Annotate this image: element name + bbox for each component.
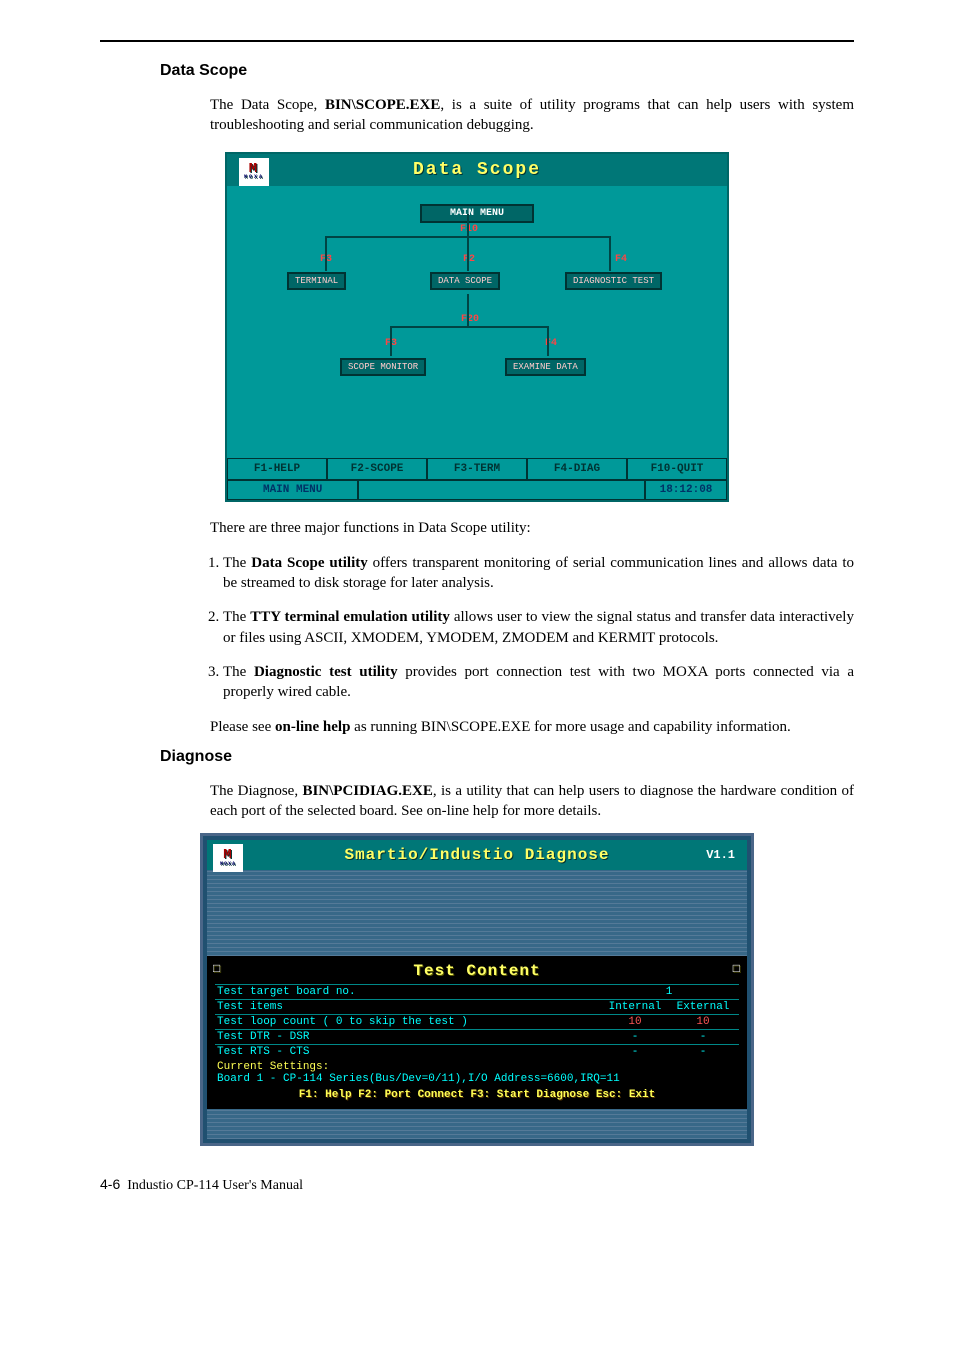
bold-term: on-line help <box>275 719 350 735</box>
ds-connector <box>467 294 469 326</box>
data-scope-screenshot: M MOXA Data Scope MAIN MENU F10 F3 F2 F4… <box>225 152 729 502</box>
diag-bg-pattern-bottom <box>207 1109 747 1139</box>
diag-value: 1 <box>601 986 737 998</box>
ds-label-f10: F10 <box>460 224 478 235</box>
text: The <box>223 609 250 625</box>
after-shot-text: There are three major functions in Data … <box>210 518 854 538</box>
data-scope-intro: The Data Scope, BIN\SCOPE.EXE, is a suit… <box>210 95 854 136</box>
ds-node-examine-data: EXAMINE DATA <box>505 358 586 376</box>
manual-title: Industio CP-114 User's Manual <box>127 1178 303 1193</box>
ds-connector <box>390 326 392 356</box>
diag-row-loop-count: Test loop count ( 0 to skip the test ) 1… <box>215 1014 739 1029</box>
diag-test-content-panel: Test Content Test target board no. 1 Tes… <box>207 956 747 1109</box>
text: The Data Scope, <box>210 97 325 113</box>
ds-connector <box>609 236 611 271</box>
logo-moxa-text: MOXA <box>244 175 264 179</box>
ds-connector <box>467 236 469 271</box>
ds-status-mainmenu: MAIN MENU <box>227 480 358 500</box>
heading-data-scope: Data Scope <box>160 62 854 80</box>
filename-scope-exe: BIN\SCOPE.EXE <box>325 97 440 113</box>
text: The <box>223 555 251 571</box>
ds-button-help[interactable]: F1-HELP <box>227 458 327 480</box>
diag-col-header: External <box>669 1001 737 1013</box>
diag-value: - <box>669 1031 737 1043</box>
diag-board-line: Board 1 - CP-114 Series(Bus/Dev=0/11),I/… <box>217 1073 620 1085</box>
top-rule <box>100 40 854 42</box>
ds-title: Data Scope <box>413 160 541 180</box>
ds-label-f20: F20 <box>461 314 479 325</box>
page-number: 4-6 <box>100 1176 120 1192</box>
ds-connector <box>547 326 549 356</box>
text: The Diagnose, <box>210 783 302 799</box>
page-footer: 4-6 Industio CP-114 User's Manual <box>100 1176 854 1194</box>
ds-button-term[interactable]: F3-TERM <box>427 458 527 480</box>
text: The <box>223 664 254 680</box>
ds-connector <box>390 326 548 328</box>
ds-button-scope[interactable]: F2-SCOPE <box>327 458 427 480</box>
bold-term: TTY terminal emulation utility <box>250 609 450 625</box>
diag-label: Test loop count ( 0 to skip the test ) <box>217 1016 601 1028</box>
ds-button-diag[interactable]: F4-DIAG <box>527 458 627 480</box>
diag-label: Test RTS - CTS <box>217 1046 601 1058</box>
list-item: The TTY terminal emulation utility allow… <box>223 607 854 648</box>
ds-node-scope-monitor: SCOPE MONITOR <box>340 358 426 376</box>
ds-button-quit[interactable]: F10-QUIT <box>627 458 727 480</box>
logo-m-glyph: M <box>223 850 232 861</box>
ds-title-bar: M MOXA Data Scope <box>227 154 727 186</box>
ds-label-f2: F2 <box>463 254 475 265</box>
diag-row-board-no: Test target board no. 1 <box>215 984 739 999</box>
diag-row-test-items: Test items Internal External <box>215 999 739 1014</box>
ds-connector <box>325 236 327 271</box>
diagnose-intro: The Diagnose, BIN\PCIDIAG.EXE, is a util… <box>210 781 854 822</box>
diagnose-screenshot: M MOXA Smartio/Industio Diagnose V1.1 Te… <box>200 833 754 1146</box>
ds-button-row: F1-HELP F2-SCOPE F3-TERM F4-DIAG F10-QUI… <box>227 458 727 480</box>
diag-help-line: F1: Help F2: Port Connect F3: Start Diag… <box>215 1089 739 1101</box>
list-item: The Diagnostic test utility provides por… <box>223 662 854 703</box>
logo-moxa-text: MOXA <box>220 862 236 866</box>
moxa-logo-icon: M MOXA <box>239 158 269 186</box>
online-help-note: Please see on-line help as running BIN\S… <box>210 717 854 737</box>
heading-diagnose: Diagnose <box>160 748 854 766</box>
text: as running BIN\SCOPE.EXE for more usage … <box>350 719 790 735</box>
diag-value-external[interactable]: 10 <box>669 1016 737 1028</box>
ds-status-time: 18:12:08 <box>645 480 727 500</box>
diag-value: - <box>601 1031 669 1043</box>
ds-connector <box>467 214 469 236</box>
ds-node-terminal: TERMINAL <box>287 272 346 290</box>
ds-diagram-area: MAIN MENU F10 F3 F2 F4 F20 F3 F4 TERMINA… <box>227 186 727 458</box>
moxa-logo-icon: M MOXA <box>213 844 243 872</box>
bold-term: Data Scope utility <box>251 555 368 571</box>
ds-status-gap <box>358 480 645 500</box>
data-scope-functions-list: The Data Scope utility offers transparen… <box>195 553 854 703</box>
diag-label: Test DTR - DSR <box>217 1031 601 1043</box>
diag-bg-pattern <box>207 870 747 956</box>
diag-version: V1.1 <box>706 848 735 862</box>
filename-pcidiag-exe: BIN\PCIDIAG.EXE <box>302 783 432 799</box>
diag-title-bar: M MOXA Smartio/Industio Diagnose V1.1 <box>207 840 747 870</box>
diag-current-settings: Current Settings: Board 1 - CP-114 Serie… <box>215 1059 739 1085</box>
diag-row-rts-cts: Test RTS - CTS - - <box>215 1044 739 1059</box>
diag-title: Smartio/Industio Diagnose <box>344 846 609 864</box>
ds-main-menu-box: MAIN MENU <box>420 204 534 223</box>
ds-node-diag-test: DIAGNOSTIC TEST <box>565 272 662 290</box>
diag-col-header: Internal <box>601 1001 669 1013</box>
text: Please see <box>210 719 275 735</box>
ds-node-data-scope: DATA SCOPE <box>430 272 500 290</box>
diag-label: Test target board no. <box>217 986 601 998</box>
bold-term: Diagnostic test utility <box>254 664 398 680</box>
diag-row-dtr-dsr: Test DTR - DSR - - <box>215 1029 739 1044</box>
ds-status-row: MAIN MENU 18:12:08 <box>227 480 727 500</box>
diag-label: Test items <box>217 1001 601 1013</box>
ds-label-f4: F4 <box>615 254 627 265</box>
diag-current-settings-label: Current Settings: <box>217 1061 329 1073</box>
list-item: The Data Scope utility offers transparen… <box>223 553 854 594</box>
diag-value-internal[interactable]: 10 <box>601 1016 669 1028</box>
diag-panel-title: Test Content <box>215 962 739 980</box>
diag-value: - <box>601 1046 669 1058</box>
diag-value: - <box>669 1046 737 1058</box>
